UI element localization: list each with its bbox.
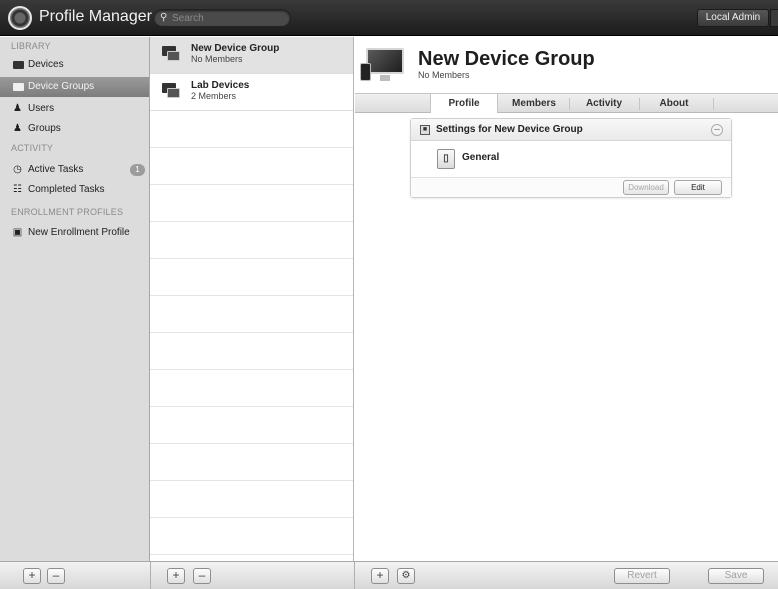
page-title: New Device Group	[418, 48, 595, 70]
settings-card-footer: Download Edit	[411, 177, 731, 197]
search-input[interactable]	[172, 11, 287, 25]
sidebar-item-completed-tasks[interactable]: ☷ Completed Tasks	[0, 180, 149, 200]
empty-row	[150, 111, 353, 148]
tab-profile[interactable]: Profile	[430, 94, 498, 113]
empty-row	[150, 444, 353, 481]
sidebar-item-device-groups[interactable]: Device Groups	[0, 77, 149, 97]
sidebar: LIBRARY Devices Device Groups ♟ Users ♟ …	[0, 37, 150, 561]
empty-row	[150, 148, 353, 185]
list-item-subtitle: 2 Members	[191, 91, 237, 101]
user-icon: ♟	[13, 103, 22, 114]
settings-icon: ■	[420, 125, 430, 135]
enrollment-profile-icon: ▣	[12, 227, 23, 238]
sidebar-item-label: Device Groups	[28, 81, 95, 92]
completed-tasks-icon: ☷	[13, 184, 22, 195]
tab-separator	[713, 98, 714, 110]
toolbar-divider	[150, 562, 151, 589]
tab-bar: Profile Members Activity About	[355, 93, 778, 113]
gear-icon[interactable]: ⚙	[397, 568, 415, 584]
active-tasks-badge: 1	[130, 164, 145, 176]
groups-icon: ♟	[13, 123, 22, 134]
list-item-subtitle: No Members	[191, 54, 243, 64]
save-button[interactable]: Save	[708, 568, 764, 584]
sidebar-item-label: Users	[28, 103, 55, 114]
toolbar-divider	[354, 562, 355, 589]
sidebar-item-label: Completed Tasks	[28, 184, 105, 195]
device-group-icon	[162, 46, 180, 61]
tab-about[interactable]: About	[640, 94, 708, 113]
collapse-button[interactable]: –	[711, 124, 723, 136]
sidebar-remove-button[interactable]: –	[47, 568, 65, 584]
sidebar-item-label: Active Tasks	[28, 164, 84, 175]
sidebar-item-label: New Enrollment Profile	[28, 227, 130, 238]
empty-row	[150, 481, 353, 518]
general-payload-icon[interactable]: ▯	[437, 149, 455, 169]
sidebar-section-activity: ACTIVITY	[11, 143, 54, 153]
user-menu-caret[interactable]	[770, 9, 778, 27]
empty-row	[150, 333, 353, 370]
sidebar-item-groups[interactable]: ♟ Groups	[0, 119, 149, 139]
search-field[interactable]: ⚲	[153, 9, 291, 27]
tab-activity[interactable]: Activity	[570, 94, 638, 113]
list-item[interactable]: Lab Devices 2 Members	[150, 74, 353, 111]
general-payload-label[interactable]: General	[462, 152, 499, 163]
tab-members[interactable]: Members	[500, 94, 568, 113]
user-menu-button[interactable]: Local Admin	[697, 9, 769, 27]
sidebar-item-active-tasks[interactable]: ◷ Active Tasks 1	[0, 160, 149, 180]
sidebar-item-label: Devices	[28, 59, 64, 70]
settings-title: Settings for New Device Group	[436, 124, 583, 135]
empty-row	[150, 259, 353, 296]
sidebar-item-new-enrollment-profile[interactable]: ▣ New Enrollment Profile	[0, 223, 149, 243]
settings-card-header: ■ Settings for New Device Group –	[411, 119, 731, 141]
sidebar-add-button[interactable]: +	[23, 568, 41, 584]
search-icon: ⚲	[160, 12, 168, 23]
empty-row	[150, 370, 353, 407]
app-title: Profile Manager	[39, 8, 152, 25]
device-icon	[13, 61, 24, 69]
revert-button[interactable]: Revert	[614, 568, 670, 584]
empty-row	[150, 296, 353, 333]
device-group-icon	[13, 83, 24, 91]
empty-row	[150, 518, 353, 555]
empty-row	[150, 222, 353, 259]
detail-pane: New Device Group No Members Profile Memb…	[355, 37, 778, 561]
sidebar-item-users[interactable]: ♟ Users	[0, 99, 149, 119]
bottom-toolbar: + – + – + ⚙ Revert Save	[0, 561, 778, 589]
sidebar-item-label: Groups	[28, 123, 61, 134]
detail-header: New Device Group No Members	[355, 37, 778, 93]
active-tasks-icon: ◷	[13, 164, 22, 175]
list-add-button[interactable]: +	[167, 568, 185, 584]
list-item-title: Lab Devices	[191, 80, 250, 91]
edit-button[interactable]: Edit	[674, 180, 722, 195]
top-bar: Profile Manager ⚲ Local Admin	[0, 0, 778, 36]
page-subtitle: No Members	[418, 70, 470, 80]
sidebar-item-devices[interactable]: Devices	[0, 55, 149, 75]
sidebar-section-enrollment: ENROLLMENT PROFILES	[11, 207, 124, 217]
device-group-large-icon	[360, 45, 408, 85]
empty-row	[150, 185, 353, 222]
device-group-icon	[162, 83, 180, 98]
list-item-title: New Device Group	[191, 43, 280, 54]
download-button[interactable]: Download	[623, 180, 669, 195]
device-group-list: New Device Group No Members Lab Devices …	[150, 37, 354, 561]
profile-manager-logo-icon	[8, 6, 32, 30]
list-item[interactable]: New Device Group No Members	[150, 37, 353, 74]
empty-row	[150, 407, 353, 444]
list-remove-button[interactable]: –	[193, 568, 211, 584]
settings-card: ■ Settings for New Device Group – ▯ Gene…	[410, 118, 732, 198]
sidebar-section-library: LIBRARY	[11, 41, 51, 51]
detail-add-button[interactable]: +	[371, 568, 389, 584]
